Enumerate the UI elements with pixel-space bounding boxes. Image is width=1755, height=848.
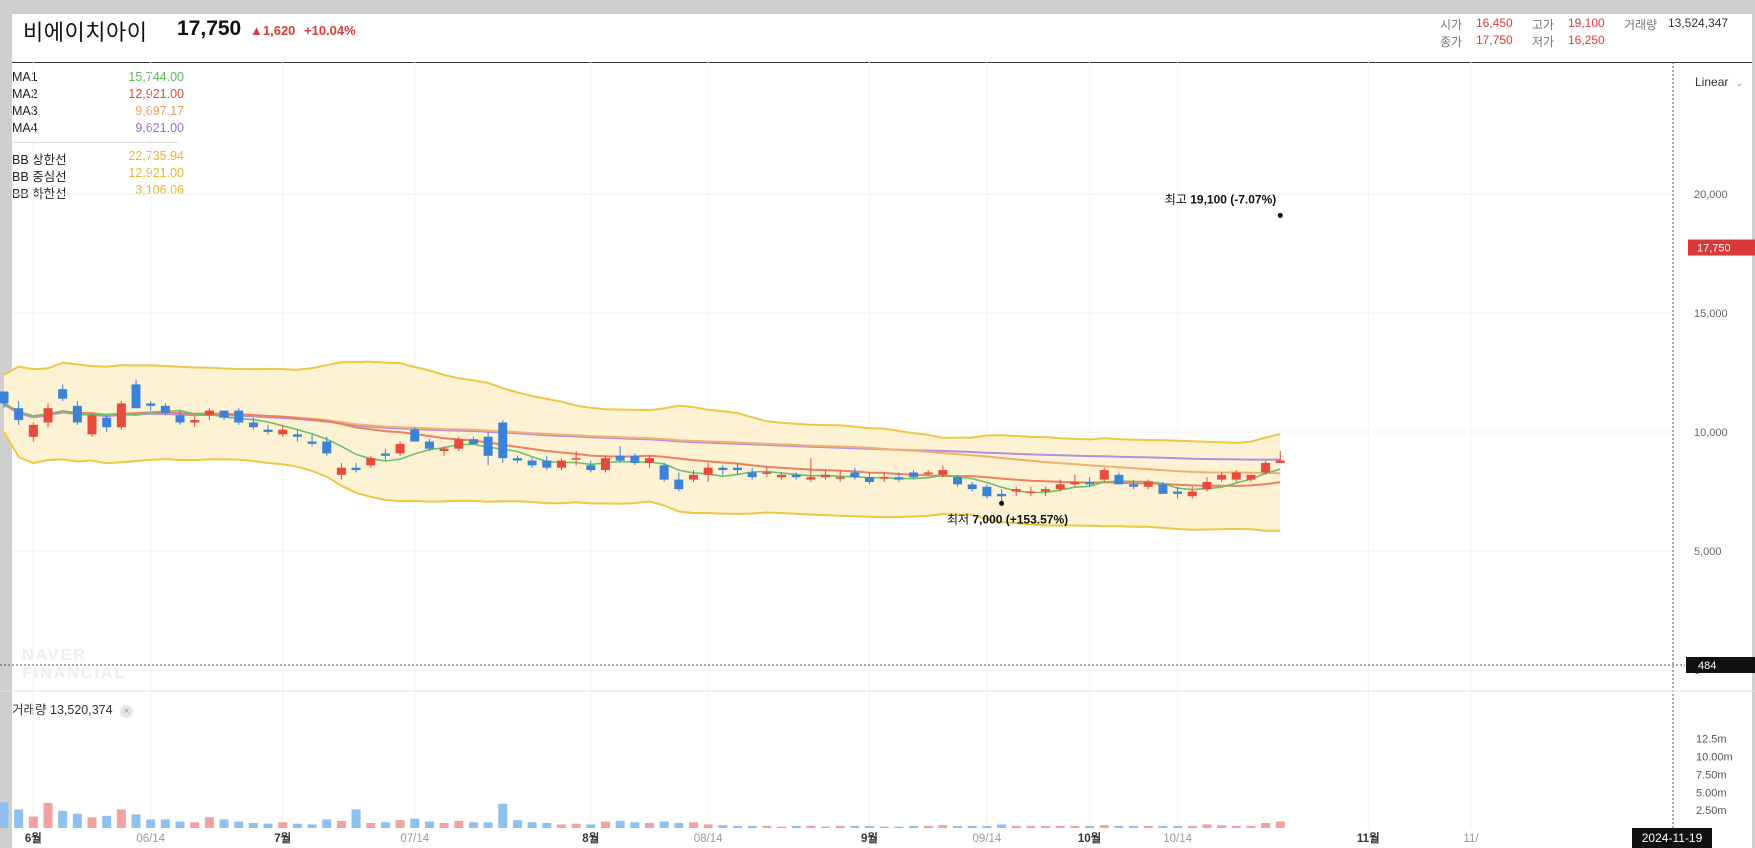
high-value: 19,100	[1568, 16, 1605, 30]
current-price: 17,750	[177, 17, 242, 40]
low-value: 16,250	[1568, 33, 1605, 47]
legend-bb-lower: BB 하한선 3,106.06	[12, 183, 184, 201]
low-label: 저가	[1532, 35, 1555, 49]
legend-ma2: MA2 12,921.00	[12, 87, 184, 101]
volume-bar	[0, 802, 9, 828]
volume-value: 13,524,347	[1668, 16, 1729, 30]
open-value: 16,450	[1476, 16, 1513, 30]
legend-bb-upper: BB 상한선 22,735.94	[12, 149, 184, 167]
close-icon[interactable]: ×	[120, 705, 134, 718]
close-value: 17,750	[1476, 33, 1513, 47]
price-change-pct: +10.04%	[304, 23, 356, 38]
scale-selector[interactable]: Linear ⌄	[1695, 75, 1743, 89]
open-label: 시가	[1440, 18, 1463, 32]
volume-label: 거래량	[1624, 18, 1658, 32]
legend-ma4: MA4 9,621.00	[12, 121, 184, 135]
close-label: 종가	[1440, 35, 1463, 49]
volume-panel-label: 거래량	[12, 703, 47, 717]
chart-panel: 비에이치아이 17,750 ▲1,620 +10.04% 시가 16,450 고…	[12, 14, 1752, 848]
scale-label: Linear	[1695, 75, 1729, 89]
legend-bb-middle: BB 중심선 12,921.00	[12, 166, 184, 184]
legend-ma3: MA3 9,697.17	[12, 104, 184, 118]
volume-panel-value: 13,520,374	[50, 703, 113, 717]
legend-divider	[12, 142, 178, 143]
high-label: 고가	[1532, 18, 1555, 32]
price-change: ▲1,620	[250, 23, 296, 38]
legend-ma1: MA1 15,744.00	[12, 70, 184, 84]
volume-panel-title: 거래량 13,520,374 ×	[12, 699, 134, 718]
candle-body	[0, 391, 9, 404]
stock-header: 비에이치아이 17,750 ▲1,620 +10.04% 시가 16,450 고…	[12, 14, 1752, 63]
stock-name: 비에이치아이	[23, 20, 148, 45]
chevron-down-icon: ⌄	[1735, 78, 1744, 88]
